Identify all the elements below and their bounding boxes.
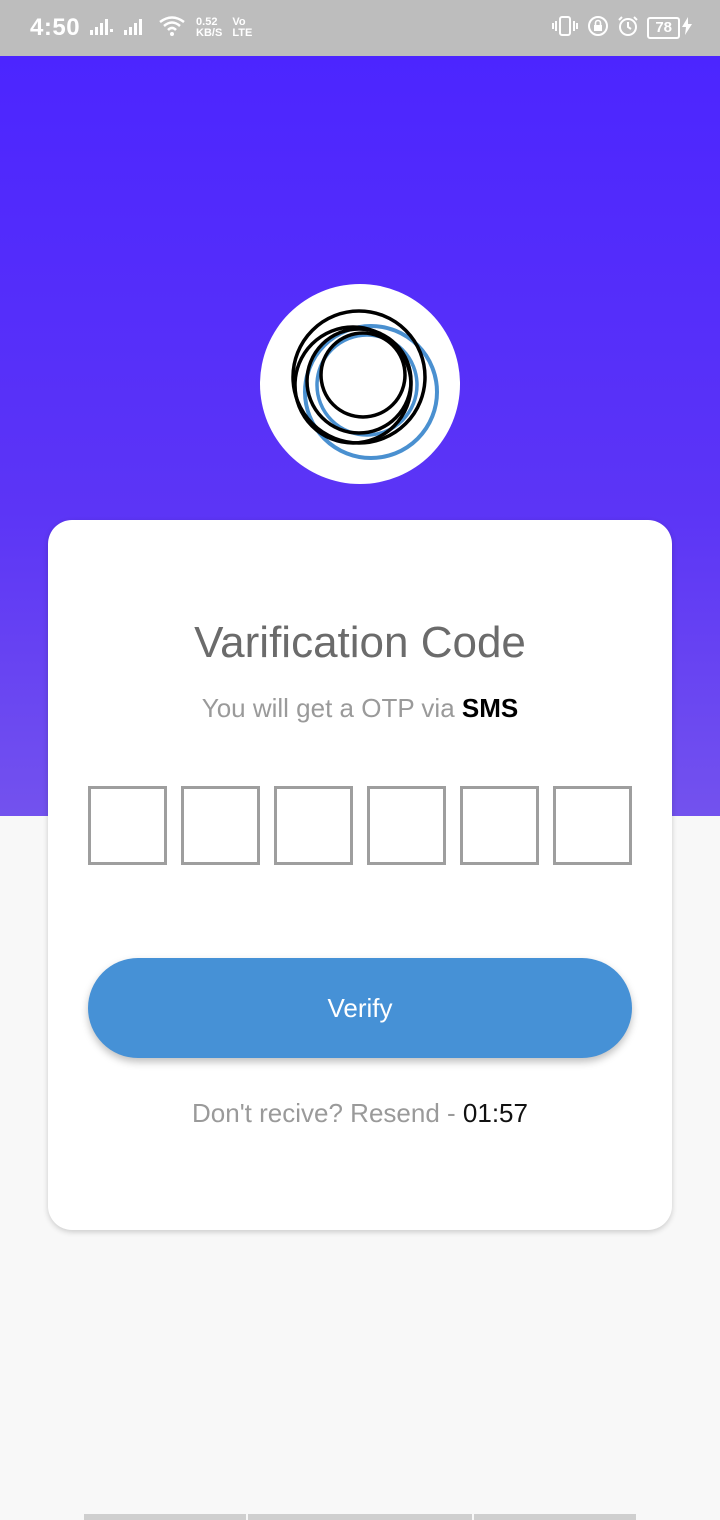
app-logo <box>260 284 460 484</box>
status-bar-right: 78 <box>551 15 692 42</box>
network-speed: 0.52 KB/S <box>196 17 222 39</box>
signal-icon <box>90 17 114 40</box>
app-logo-icon <box>275 297 445 472</box>
otp-digit-5[interactable] <box>460 786 539 865</box>
otp-digit-2[interactable] <box>181 786 260 865</box>
otp-digit-6[interactable] <box>553 786 632 865</box>
resend-timer: 01:57 <box>462 1098 528 1128</box>
subtitle-text: You will get a OTP via <box>201 693 455 723</box>
network-type: Vo LTE <box>232 17 252 39</box>
navigation-bar <box>84 1514 636 1520</box>
speed-unit: KB/S <box>196 27 223 39</box>
vibrate-icon <box>551 15 579 42</box>
status-bar: 4:50 0.52 KB/S Vo LTE 78 <box>0 0 720 56</box>
resend-row: Don't recive? Resend - 01:57 <box>48 1098 672 1129</box>
wifi-icon <box>158 15 186 41</box>
otp-digit-4[interactable] <box>367 786 446 865</box>
otp-input-row <box>88 786 632 865</box>
otp-digit-3[interactable] <box>274 786 353 865</box>
otp-subtitle: You will get a OTP via SMS <box>48 693 672 724</box>
resend-link[interactable]: Don't recive? Resend - <box>192 1098 456 1128</box>
subtitle-method: SMS <box>461 693 519 723</box>
lte-label: LTE <box>232 27 253 39</box>
battery-indicator: 78 <box>647 16 692 40</box>
nav-segment <box>248 1514 472 1520</box>
nav-segment <box>474 1514 636 1520</box>
nav-segment <box>84 1514 246 1520</box>
charging-icon <box>682 16 692 40</box>
alarm-icon <box>617 15 639 42</box>
signal-icon <box>124 17 148 40</box>
status-time: 4:50 <box>30 14 81 41</box>
battery-icon: 78 <box>647 17 680 39</box>
otp-digit-1[interactable] <box>88 786 167 865</box>
page-title: Varification Code <box>194 618 526 667</box>
status-bar-left: 4:50 0.52 KB/S Vo LTE <box>30 14 252 42</box>
verification-card: Varification Code You will get a OTP via… <box>48 520 672 1230</box>
verify-button[interactable]: Verify <box>88 958 632 1058</box>
rotation-lock-icon <box>587 15 609 42</box>
